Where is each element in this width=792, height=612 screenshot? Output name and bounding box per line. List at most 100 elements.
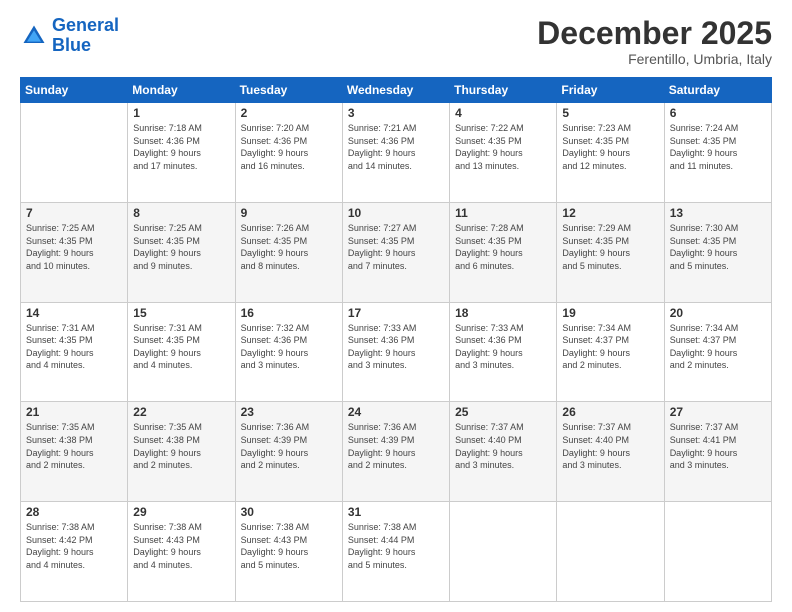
calendar-body: 1Sunrise: 7:18 AMSunset: 4:36 PMDaylight… [21, 103, 772, 602]
day-info: Sunrise: 7:26 AMSunset: 4:35 PMDaylight:… [241, 222, 337, 272]
calendar-week-1: 7 Sunrise: 7:25 AMSunset: 4:35 PMDaylight… [21, 202, 772, 302]
day-number: 22 [133, 405, 229, 419]
day-number: 10 [348, 206, 444, 220]
day-info: Sunrise: 7:33 AMSunset: 4:36 PMDaylight:… [455, 322, 551, 372]
day-info: Sunrise: 7:36 AMSunset: 4:39 PMDaylight:… [348, 421, 444, 471]
calendar-cell: 26 Sunrise: 7:37 AMSunset: 4:40 PMDayligh… [557, 402, 664, 502]
day-number: 26 [562, 405, 658, 419]
day-info: Sunrise: 7:23 AMSunset: 4:35 PMDaylight:… [562, 122, 658, 172]
subtitle: Ferentillo, Umbria, Italy [537, 51, 772, 67]
header-thursday: Thursday [450, 78, 557, 103]
day-info: Sunrise: 7:27 AMSunset: 4:35 PMDaylight:… [348, 222, 444, 272]
day-number: 18 [455, 306, 551, 320]
day-info: Sunrise: 7:38 AMSunset: 4:44 PMDaylight:… [348, 521, 444, 571]
day-info: Sunrise: 7:18 AMSunset: 4:36 PMDaylight:… [133, 122, 229, 172]
header-friday: Friday [557, 78, 664, 103]
calendar-cell: 15 Sunrise: 7:31 AMSunset: 4:35 PMDayligh… [128, 302, 235, 402]
day-number: 17 [348, 306, 444, 320]
calendar-cell: 7 Sunrise: 7:25 AMSunset: 4:35 PMDaylight… [21, 202, 128, 302]
day-info: Sunrise: 7:38 AMSunset: 4:43 PMDaylight:… [133, 521, 229, 571]
day-info: Sunrise: 7:28 AMSunset: 4:35 PMDaylight:… [455, 222, 551, 272]
calendar-cell: 24 Sunrise: 7:36 AMSunset: 4:39 PMDayligh… [342, 402, 449, 502]
title-block: December 2025 Ferentillo, Umbria, Italy [537, 16, 772, 67]
day-info: Sunrise: 7:21 AMSunset: 4:36 PMDaylight:… [348, 122, 444, 172]
day-number: 9 [241, 206, 337, 220]
day-number: 2 [241, 106, 337, 120]
calendar-cell: 27Sunrise: 7:37 AMSunset: 4:41 PMDayligh… [664, 402, 771, 502]
day-number: 15 [133, 306, 229, 320]
calendar-cell [557, 502, 664, 602]
day-number: 13 [670, 206, 766, 220]
day-number: 3 [348, 106, 444, 120]
page: General Blue December 2025 Ferentillo, U… [0, 0, 792, 612]
calendar-cell [21, 103, 128, 203]
day-number: 5 [562, 106, 658, 120]
header-sunday: Sunday [21, 78, 128, 103]
calendar-cell: 22 Sunrise: 7:35 AMSunset: 4:38 PMDayligh… [128, 402, 235, 502]
logo-line2: Blue [52, 35, 91, 55]
day-number: 14 [26, 306, 122, 320]
day-number: 30 [241, 505, 337, 519]
calendar-week-3: 21Sunrise: 7:35 AMSunset: 4:38 PMDayligh… [21, 402, 772, 502]
day-number: 31 [348, 505, 444, 519]
calendar-cell: 2Sunrise: 7:20 AMSunset: 4:36 PMDaylight… [235, 103, 342, 203]
day-number: 19 [562, 306, 658, 320]
day-number: 12 [562, 206, 658, 220]
day-info: Sunrise: 7:35 AMSunset: 4:38 PMDaylight:… [133, 421, 229, 471]
day-info: Sunrise: 7:31 AMSunset: 4:35 PMDaylight:… [133, 322, 229, 372]
header-row: Sunday Monday Tuesday Wednesday Thursday… [21, 78, 772, 103]
day-info: Sunrise: 7:34 AMSunset: 4:37 PMDaylight:… [562, 322, 658, 372]
calendar-cell: 4 Sunrise: 7:22 AMSunset: 4:35 PMDaylight… [450, 103, 557, 203]
day-info: Sunrise: 7:30 AMSunset: 4:35 PMDaylight:… [670, 222, 766, 272]
day-info: Sunrise: 7:35 AMSunset: 4:38 PMDaylight:… [26, 421, 122, 471]
day-number: 24 [348, 405, 444, 419]
day-info: Sunrise: 7:25 AMSunset: 4:35 PMDaylight:… [26, 222, 122, 272]
day-info: Sunrise: 7:29 AMSunset: 4:35 PMDaylight:… [562, 222, 658, 272]
calendar-cell: 30 Sunrise: 7:38 AMSunset: 4:43 PMDayligh… [235, 502, 342, 602]
day-number: 28 [26, 505, 122, 519]
calendar-cell: 6Sunrise: 7:24 AMSunset: 4:35 PMDaylight… [664, 103, 771, 203]
day-number: 20 [670, 306, 766, 320]
day-number: 16 [241, 306, 337, 320]
day-number: 25 [455, 405, 551, 419]
calendar-week-2: 14 Sunrise: 7:31 AMSunset: 4:35 PMDayligh… [21, 302, 772, 402]
calendar-cell: 5 Sunrise: 7:23 AMSunset: 4:35 PMDaylight… [557, 103, 664, 203]
day-info: Sunrise: 7:38 AMSunset: 4:43 PMDaylight:… [241, 521, 337, 571]
calendar-cell: 12 Sunrise: 7:29 AMSunset: 4:35 PMDayligh… [557, 202, 664, 302]
calendar-table: Sunday Monday Tuesday Wednesday Thursday… [20, 77, 772, 602]
logo-icon [20, 22, 48, 50]
header-wednesday: Wednesday [342, 78, 449, 103]
calendar-cell: 13 Sunrise: 7:30 AMSunset: 4:35 PMDayligh… [664, 202, 771, 302]
calendar-cell: 31 Sunrise: 7:38 AMSunset: 4:44 PMDayligh… [342, 502, 449, 602]
header-monday: Monday [128, 78, 235, 103]
calendar-cell: 21Sunrise: 7:35 AMSunset: 4:38 PMDayligh… [21, 402, 128, 502]
day-number: 23 [241, 405, 337, 419]
day-info: Sunrise: 7:33 AMSunset: 4:36 PMDaylight:… [348, 322, 444, 372]
header-tuesday: Tuesday [235, 78, 342, 103]
day-number: 6 [670, 106, 766, 120]
calendar-cell: 25 Sunrise: 7:37 AMSunset: 4:40 PMDayligh… [450, 402, 557, 502]
calendar-cell: 1Sunrise: 7:18 AMSunset: 4:36 PMDaylight… [128, 103, 235, 203]
calendar-week-0: 1Sunrise: 7:18 AMSunset: 4:36 PMDaylight… [21, 103, 772, 203]
day-number: 4 [455, 106, 551, 120]
day-info: Sunrise: 7:37 AMSunset: 4:40 PMDaylight:… [455, 421, 551, 471]
day-info: Sunrise: 7:37 AMSunset: 4:40 PMDaylight:… [562, 421, 658, 471]
logo: General Blue [20, 16, 119, 56]
main-title: December 2025 [537, 16, 772, 51]
calendar-cell: 18 Sunrise: 7:33 AMSunset: 4:36 PMDayligh… [450, 302, 557, 402]
calendar-cell: 23Sunrise: 7:36 AMSunset: 4:39 PMDayligh… [235, 402, 342, 502]
calendar-week-4: 28Sunrise: 7:38 AMSunset: 4:42 PMDayligh… [21, 502, 772, 602]
day-info: Sunrise: 7:32 AMSunset: 4:36 PMDaylight:… [241, 322, 337, 372]
calendar-cell [450, 502, 557, 602]
logo-line1: General [52, 15, 119, 35]
day-info: Sunrise: 7:25 AMSunset: 4:35 PMDaylight:… [133, 222, 229, 272]
day-number: 7 [26, 206, 122, 220]
calendar-cell: 14Sunrise: 7:31 AMSunset: 4:35 PMDayligh… [21, 302, 128, 402]
calendar-cell: 10 Sunrise: 7:27 AMSunset: 4:35 PMDayligh… [342, 202, 449, 302]
calendar-cell: 19 Sunrise: 7:34 AMSunset: 4:37 PMDayligh… [557, 302, 664, 402]
calendar-cell: 11Sunrise: 7:28 AMSunset: 4:35 PMDayligh… [450, 202, 557, 302]
calendar-cell: 16 Sunrise: 7:32 AMSunset: 4:36 PMDayligh… [235, 302, 342, 402]
calendar-cell [664, 502, 771, 602]
day-info: Sunrise: 7:22 AMSunset: 4:35 PMDaylight:… [455, 122, 551, 172]
logo-text: General Blue [52, 16, 119, 56]
